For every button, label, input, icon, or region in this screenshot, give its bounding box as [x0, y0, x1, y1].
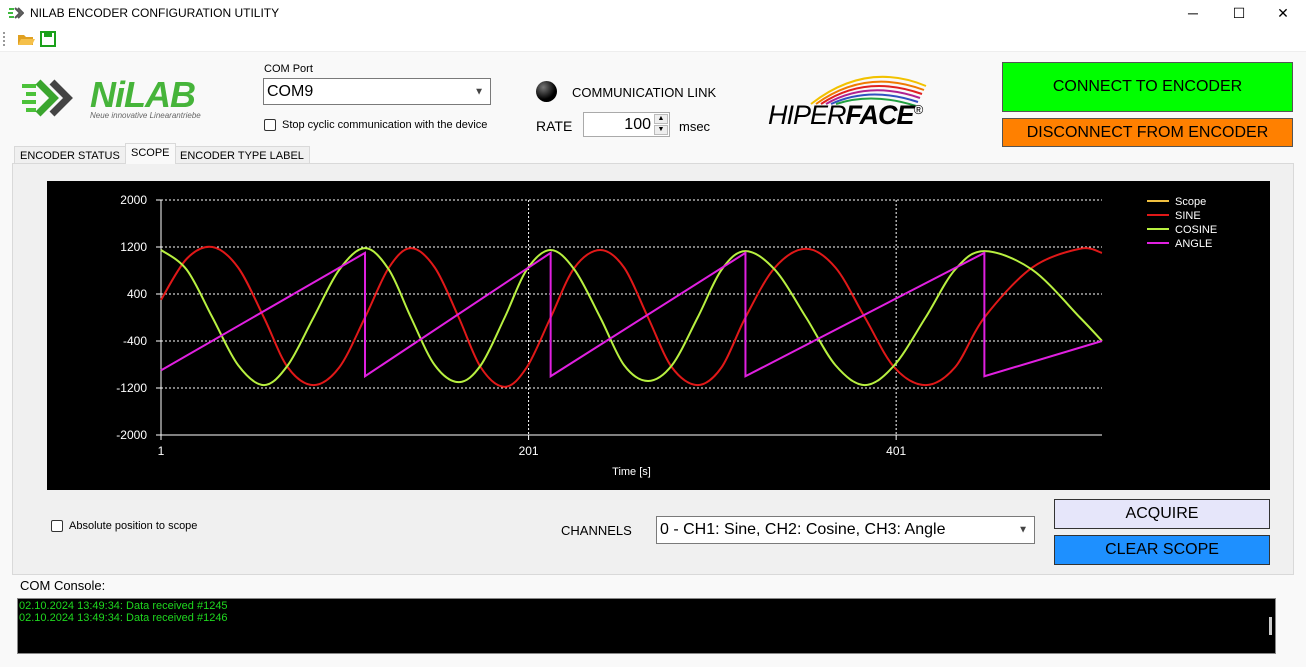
title-bar: NILAB ENCODER CONFIGURATION UTILITY ─ ☐ …: [0, 0, 1306, 26]
tab-encoder-type-label[interactable]: ENCODER TYPE LABEL: [174, 146, 310, 164]
channels-select[interactable]: 0 - CH1: Sine, CH2: Cosine, CH3: Angle ▼: [656, 516, 1035, 544]
y-tick-label: 1200: [120, 240, 147, 254]
scope-chart: 2000 1200 400 -400 -1200 -2000 1 201 401 Time [s]…: [47, 181, 1270, 490]
communication-link-label: COMMUNICATION LINK: [572, 85, 717, 100]
toolbar-grip[interactable]: [3, 32, 5, 46]
clear-scope-button[interactable]: CLEAR SCOPE: [1054, 535, 1270, 565]
channels-value: 0 - CH1: Sine, CH2: Cosine, CH3: Angle: [660, 521, 946, 538]
com-port-label: COM Port: [264, 63, 313, 75]
com-console[interactable]: 02.10.2024 13:49:34: Data received #1245…: [17, 598, 1276, 654]
channels-label: CHANNELS: [561, 523, 632, 538]
hiperface-text-bold: FACE: [845, 100, 915, 130]
rate-stepper[interactable]: 100 ▲ ▼: [583, 112, 670, 137]
app-icon: [8, 7, 24, 19]
console-line: 02.10.2024 13:49:34: Data received #1246: [19, 612, 228, 624]
save-disk-icon[interactable]: [40, 31, 56, 47]
maximize-button[interactable]: ☐: [1216, 0, 1262, 26]
x-tick-label: 401: [886, 444, 906, 458]
rate-unit: msec: [679, 119, 711, 134]
stop-cyclic-checkbox[interactable]: Stop cyclic communication with the devic…: [264, 119, 487, 131]
y-tick-label: -2000: [116, 428, 147, 442]
close-button[interactable]: ✕: [1260, 0, 1306, 26]
checkbox-box[interactable]: [264, 119, 276, 131]
series-line-cosine: [160, 247, 1103, 387]
console-scrollbar[interactable]: [1269, 617, 1272, 635]
tab-encoder-status[interactable]: ENCODER STATUS: [14, 146, 126, 164]
minimize-button[interactable]: ─: [1170, 0, 1216, 26]
scope-chart-svg: 2000 1200 400 -400 -1200 -2000 1 201 401 Time [s]…: [116, 193, 1217, 478]
nilab-logo: NiLAB Neue innovative Linearantriebe: [20, 74, 210, 122]
com-port-select[interactable]: COM9 ▼: [263, 78, 491, 105]
x-axis-label: Time [s]: [612, 466, 651, 478]
com-console-label: COM Console:: [20, 578, 106, 593]
acquire-button[interactable]: ACQUIRE: [1054, 499, 1270, 529]
toolbar: [0, 26, 1306, 52]
legend-label: COSINE: [1175, 224, 1217, 236]
legend-label: SINE: [1175, 210, 1201, 222]
legend-label: Scope: [1175, 196, 1206, 208]
window-title: NILAB ENCODER CONFIGURATION UTILITY: [30, 6, 280, 20]
communication-led-indicator: [536, 81, 557, 102]
rate-label: RATE: [536, 118, 573, 134]
stepper-down-icon[interactable]: ▼: [654, 125, 668, 135]
legend-label: ANGLE: [1175, 238, 1212, 250]
console-line: 02.10.2024 13:49:34: Data received #1245: [19, 600, 228, 612]
x-tick-label: 1: [158, 444, 165, 458]
y-tick-label: -1200: [116, 381, 147, 395]
logo-tagline: Neue innovative Linearantriebe: [90, 111, 201, 120]
connect-button[interactable]: CONNECT TO ENCODER: [1002, 62, 1293, 112]
stepper-up-icon[interactable]: ▲: [654, 114, 668, 124]
series-line-sine: [160, 245, 1103, 388]
y-tick-label: -400: [123, 334, 147, 348]
checkbox-box[interactable]: [51, 520, 63, 532]
hiperface-logo: HIPERFACE®: [766, 66, 931, 132]
chevron-down-icon: ▼: [1018, 524, 1028, 536]
folder-open-icon[interactable]: [17, 32, 35, 46]
y-tick-label: 2000: [120, 193, 147, 207]
x-tick-label: 201: [519, 444, 539, 458]
absolute-position-checkbox[interactable]: Absolute position to scope: [51, 520, 197, 532]
registered-mark: ®: [913, 102, 924, 117]
stop-cyclic-label: Stop cyclic communication with the devic…: [282, 119, 488, 131]
rate-value[interactable]: 100: [624, 116, 651, 134]
logo-text: NiLAB: [90, 74, 196, 115]
disconnect-button[interactable]: DISCONNECT FROM ENCODER: [1002, 118, 1293, 147]
chevron-down-icon: ▼: [474, 86, 484, 97]
y-tick-label: 400: [127, 287, 147, 301]
com-port-value: COM9: [267, 82, 314, 100]
hiperface-text-light: HIPER: [768, 100, 847, 130]
absolute-position-label: Absolute position to scope: [69, 520, 198, 532]
tab-scope[interactable]: SCOPE: [125, 143, 176, 164]
